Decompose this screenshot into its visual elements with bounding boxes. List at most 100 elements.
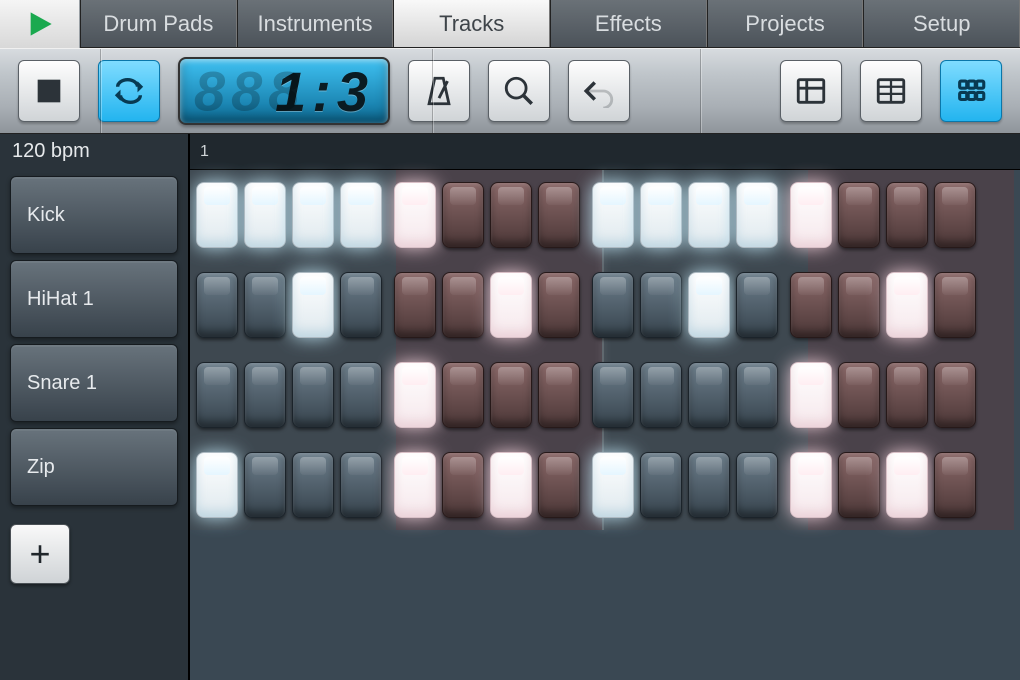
step-cell[interactable]	[736, 182, 778, 248]
step-cell[interactable]	[244, 182, 286, 248]
play-button[interactable]	[0, 0, 80, 48]
step-cell[interactable]	[394, 452, 436, 518]
plus-icon: +	[29, 533, 50, 575]
add-channel-button[interactable]: +	[10, 524, 70, 584]
step-cell[interactable]	[292, 452, 334, 518]
step-cell[interactable]	[340, 182, 382, 248]
playlist-view-button[interactable]	[780, 60, 842, 122]
undo-button[interactable]	[568, 60, 630, 122]
step-cell[interactable]	[340, 452, 382, 518]
step-cell[interactable]	[688, 182, 730, 248]
tab-setup[interactable]: Setup	[863, 0, 1020, 47]
step-cell[interactable]	[340, 272, 382, 338]
step-row	[190, 440, 1020, 530]
step-cell[interactable]	[538, 272, 580, 338]
step-cell[interactable]	[688, 272, 730, 338]
step-cell[interactable]	[394, 182, 436, 248]
step-cell[interactable]	[838, 272, 880, 338]
step-cell[interactable]	[790, 182, 832, 248]
step-cell[interactable]	[244, 272, 286, 338]
step-cell[interactable]	[244, 362, 286, 428]
step-cell[interactable]	[490, 182, 532, 248]
stepseq-view-button[interactable]	[940, 60, 1002, 122]
step-cell[interactable]	[736, 452, 778, 518]
stop-icon	[32, 74, 66, 108]
step-cell[interactable]	[196, 452, 238, 518]
step-cell[interactable]	[838, 452, 880, 518]
step-cell[interactable]	[592, 452, 634, 518]
tab-tracks[interactable]: Tracks	[393, 0, 550, 47]
step-cell[interactable]	[640, 272, 682, 338]
step-cell[interactable]	[934, 272, 976, 338]
step-cell[interactable]	[640, 362, 682, 428]
step-cell[interactable]	[640, 182, 682, 248]
step-cell[interactable]	[736, 362, 778, 428]
step-cell[interactable]	[838, 362, 880, 428]
step-cell[interactable]	[592, 362, 634, 428]
step-cell[interactable]	[592, 272, 634, 338]
step-cell[interactable]	[292, 182, 334, 248]
step-cell[interactable]	[838, 182, 880, 248]
step-cell[interactable]	[196, 182, 238, 248]
metronome-button[interactable]	[408, 60, 470, 122]
step-cell[interactable]	[790, 362, 832, 428]
position-lcd[interactable]: 888 1:3	[178, 57, 390, 125]
step-cell[interactable]	[640, 452, 682, 518]
step-cell[interactable]	[538, 452, 580, 518]
step-cell[interactable]	[196, 362, 238, 428]
step-cell[interactable]	[886, 452, 928, 518]
step-cell[interactable]	[394, 272, 436, 338]
channel-zip[interactable]: Zip	[10, 428, 178, 506]
loop-icon	[112, 74, 146, 108]
step-cell[interactable]	[340, 362, 382, 428]
step-cell[interactable]	[886, 272, 928, 338]
pianoroll-view-icon	[874, 74, 908, 108]
step-cell[interactable]	[538, 182, 580, 248]
zoom-button[interactable]	[488, 60, 550, 122]
tab-projects[interactable]: Projects	[707, 0, 864, 47]
step-cell[interactable]	[490, 452, 532, 518]
step-cell[interactable]	[886, 362, 928, 428]
step-cell[interactable]	[442, 452, 484, 518]
channel-hihat-1[interactable]: HiHat 1	[10, 260, 178, 338]
step-cell[interactable]	[490, 362, 532, 428]
tab-drum-pads[interactable]: Drum Pads	[80, 0, 237, 47]
step-cell[interactable]	[934, 182, 976, 248]
step-cell[interactable]	[292, 362, 334, 428]
channel-snare-1[interactable]: Snare 1	[10, 344, 178, 422]
step-cell[interactable]	[934, 362, 976, 428]
step-cell[interactable]	[886, 182, 928, 248]
playlist-view-icon	[794, 74, 828, 108]
step-cell[interactable]	[490, 272, 532, 338]
stepseq-view-icon	[954, 74, 988, 108]
step-cell[interactable]	[442, 272, 484, 338]
tab-label: Effects	[595, 11, 662, 37]
tab-instruments[interactable]: Instruments	[237, 0, 394, 47]
step-cell[interactable]	[196, 272, 238, 338]
channel-kick[interactable]: Kick	[10, 176, 178, 254]
step-cell[interactable]	[394, 362, 436, 428]
step-cell[interactable]	[790, 272, 832, 338]
loop-button[interactable]	[98, 60, 160, 122]
bpm-display[interactable]: 120 bpm	[0, 134, 188, 170]
step-row	[190, 260, 1020, 350]
lcd-ghost: 888	[194, 59, 305, 124]
step-cell[interactable]	[592, 182, 634, 248]
tab-effects[interactable]: Effects	[550, 0, 707, 47]
step-cell[interactable]	[442, 182, 484, 248]
step-cell[interactable]	[790, 452, 832, 518]
step-row	[190, 350, 1020, 440]
step-cell[interactable]	[688, 362, 730, 428]
step-cell[interactable]	[442, 362, 484, 428]
timeline-ruler[interactable]: 1	[190, 134, 1020, 170]
step-cell[interactable]	[244, 452, 286, 518]
step-cell[interactable]	[736, 272, 778, 338]
stop-button[interactable]	[18, 60, 80, 122]
step-cell[interactable]	[292, 272, 334, 338]
main-tabbar: Drum Pads Instruments Tracks Effects Pro…	[0, 0, 1020, 48]
pianoroll-view-button[interactable]	[860, 60, 922, 122]
step-cell[interactable]	[688, 452, 730, 518]
step-cell[interactable]	[538, 362, 580, 428]
tab-label: Projects	[745, 11, 824, 37]
step-cell[interactable]	[934, 452, 976, 518]
